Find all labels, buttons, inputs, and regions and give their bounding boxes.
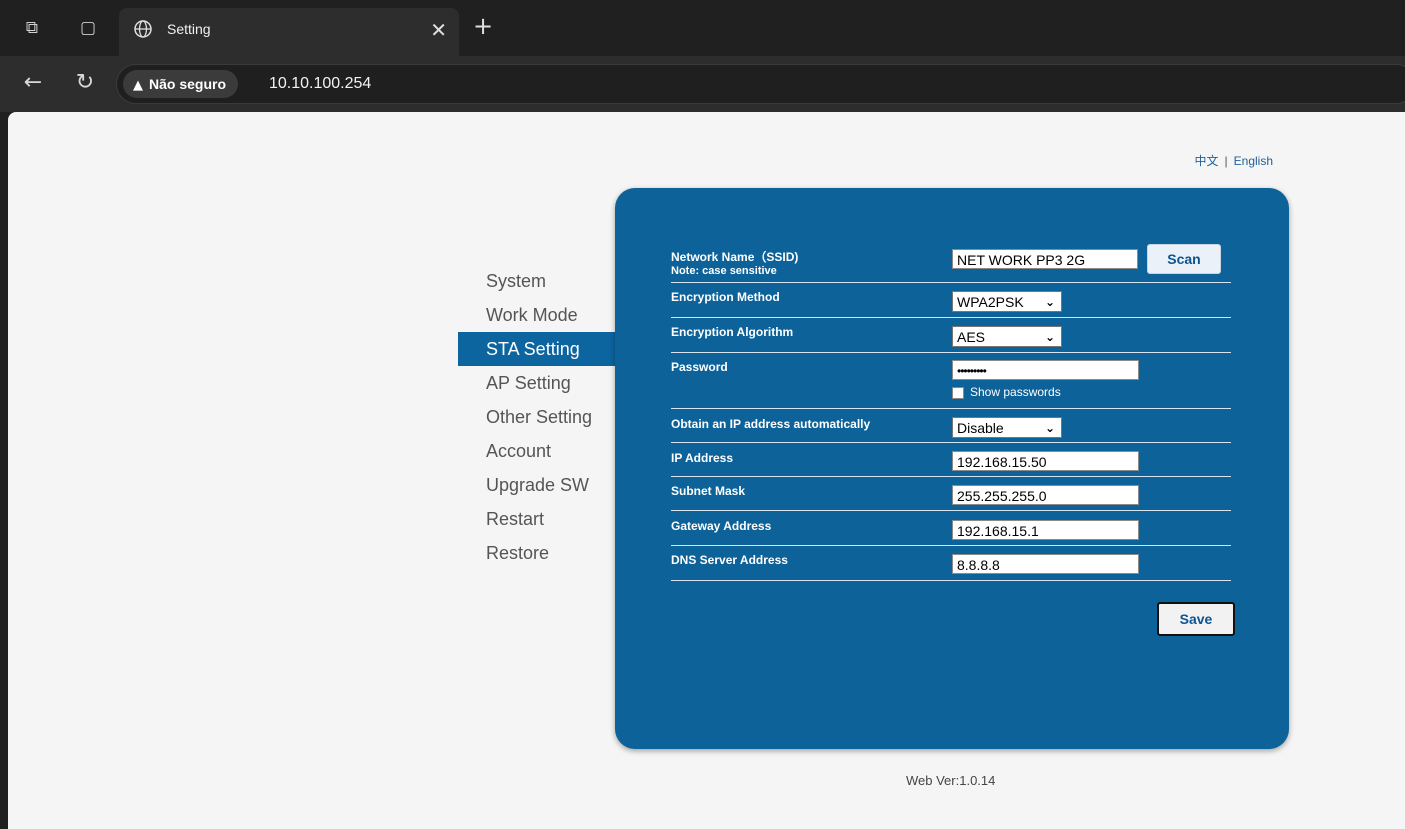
tab-title: Setting [167,21,211,37]
encryption-method-row: Encryption Method WPA2PSK ⌄ [671,283,1231,318]
new-tab-icon[interactable]: + [473,14,493,38]
dns-label: DNS Server Address [671,553,788,567]
ssid-note: Note: case sensitive [671,265,777,277]
refresh-icon[interactable]: ↻ [72,70,98,96]
gateway-input[interactable]: 192.168.15.1 [952,520,1139,540]
web-version: Web Ver:1.0.14 [906,773,996,788]
ip-address-row: IP Address 192.168.15.50 [671,443,1231,477]
save-button[interactable]: Save [1157,602,1235,636]
dns-input[interactable]: 8.8.8.8 [952,554,1139,574]
gateway-row: Gateway Address 192.168.15.1 [671,511,1231,546]
menu-item-sta-setting[interactable]: STA Setting [458,332,616,366]
menu-item-account[interactable]: Account [458,434,616,468]
sidebar-menu: System Work Mode STA Setting AP Setting … [458,264,616,570]
security-indicator[interactable]: ▲ Não seguro [123,70,239,98]
chevron-down-icon: ⌄ [1044,421,1055,435]
globe-icon [134,20,152,38]
dhcp-label: Obtain an IP address automatically [671,417,871,431]
menu-item-work-mode[interactable]: Work Mode [458,298,616,332]
encryption-algorithm-label: Encryption Algorithm [671,325,794,339]
dhcp-row: Obtain an IP address automatically Disab… [671,409,1231,443]
lang-separator: | [1224,154,1228,168]
ip-address-input[interactable]: 192.168.15.50 [952,451,1139,471]
subnet-mask-row: Subnet Mask 255.255.255.0 [671,477,1231,511]
address-bar: ← ↻ ▲ Não seguro 10.10.100.254 [0,56,1405,112]
password-label: Password [671,360,728,374]
lang-english-link[interactable]: English [1234,154,1273,168]
browser-titlebar: ⧉ ▢ Setting ✕ + [0,0,1405,56]
encryption-method-label: Encryption Method [671,290,780,304]
subnet-mask-label: Subnet Mask [671,484,746,498]
password-input[interactable]: ••••••••• [952,360,1139,380]
lang-chinese-link[interactable]: 中文 [1195,154,1219,168]
sta-settings-panel: Network Name（SSID) Note: case sensitive … [615,188,1289,749]
close-tab-icon[interactable]: ✕ [430,18,447,42]
language-switcher: 中文 | English [1195,152,1274,169]
encryption-algorithm-select[interactable]: AES ⌄ [952,326,1062,347]
dhcp-value: Disable [957,420,1004,436]
ssid-row: Network Name（SSID) Note: case sensitive … [671,244,1231,283]
chevron-down-icon: ⌄ [1044,330,1055,344]
show-passwords-label: Show passwords [970,385,1061,399]
menu-item-restore[interactable]: Restore [458,536,616,570]
tab-actions-icon[interactable]: ▢ [78,18,98,38]
url-text[interactable]: 10.10.100.254 [269,75,371,93]
gateway-label: Gateway Address [671,519,772,533]
subnet-mask-input[interactable]: 255.255.255.0 [952,485,1139,505]
chevron-down-icon: ⌄ [1044,295,1055,309]
show-passwords-checkbox[interactable] [952,386,964,399]
ssid-input[interactable]: NET WORK PP3 2G [952,249,1138,269]
back-arrow-icon[interactable]: ← [20,70,46,96]
encryption-algorithm-row: Encryption Algorithm AES ⌄ [671,318,1231,353]
encryption-method-value: WPA2PSK [957,294,1024,310]
workspaces-icon[interactable]: ⧉ [22,18,42,38]
page-content: 中文 | English System Work Mode STA Setting … [8,112,1405,829]
omnibox[interactable]: ▲ Não seguro 10.10.100.254 [116,64,1405,104]
dhcp-select[interactable]: Disable ⌄ [952,417,1062,438]
menu-item-restart[interactable]: Restart [458,502,616,536]
encryption-algorithm-value: AES [957,329,986,345]
security-label: Não seguro [149,76,227,92]
password-row: Password ••••••••• Show passwords [671,353,1231,409]
ip-address-label: IP Address [671,451,734,465]
scan-button[interactable]: Scan [1147,244,1221,274]
browser-tab[interactable]: Setting ✕ [119,8,459,56]
ssid-label: Network Name（SSID) Note: case sensitive [671,248,798,277]
menu-item-system[interactable]: System [458,264,616,298]
show-passwords-option: Show passwords [952,385,1061,399]
encryption-method-select[interactable]: WPA2PSK ⌄ [952,291,1062,312]
ssid-label-text: Network Name（SSID) [671,250,799,264]
menu-item-ap-setting[interactable]: AP Setting [458,366,616,400]
menu-item-upgrade-sw[interactable]: Upgrade SW [458,468,616,502]
menu-item-other-setting[interactable]: Other Setting [458,400,616,434]
dns-row: DNS Server Address 8.8.8.8 [671,546,1231,581]
warning-icon: ▲ [133,78,143,93]
